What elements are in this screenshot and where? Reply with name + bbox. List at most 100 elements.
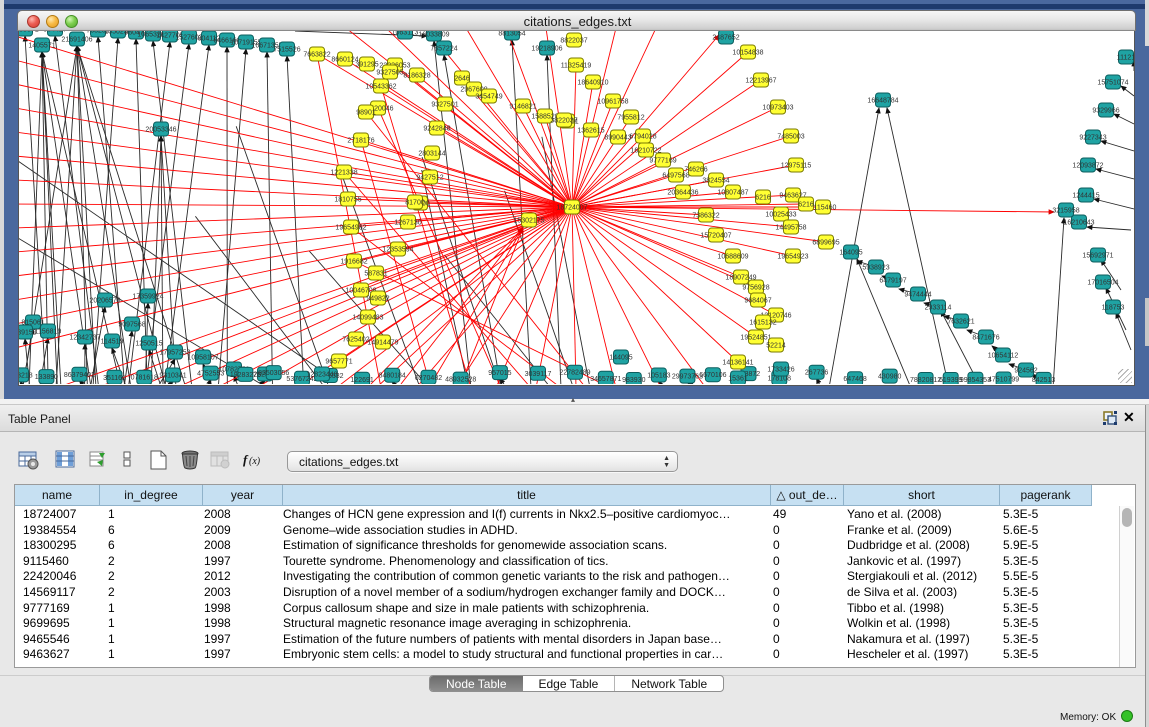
svg-text:2718176: 2718176 [347, 138, 374, 145]
svg-text:1733426: 1733426 [767, 367, 794, 374]
svg-text:9227343: 9227343 [1079, 135, 1106, 142]
svg-text:7515526: 7515526 [273, 47, 300, 54]
svg-text:2803144: 2803144 [418, 151, 445, 158]
svg-text:904417: 904417 [43, 31, 66, 34]
svg-text:983930: 983930 [622, 377, 645, 384]
svg-text:7857224: 7857224 [430, 46, 457, 53]
svg-text:433218: 433218 [19, 372, 33, 379]
svg-text:6216: 6216 [755, 195, 771, 202]
svg-text:18640910: 18640910 [577, 80, 608, 87]
svg-text:1362615: 1362615 [577, 128, 604, 135]
svg-text:9427512: 9427512 [416, 175, 443, 182]
svg-text:12213967: 12213967 [745, 78, 776, 85]
svg-text:16033809: 16033809 [418, 32, 449, 39]
svg-text:4752553: 4752553 [197, 371, 224, 378]
svg-text:1156819: 1156819 [35, 329, 62, 336]
svg-text:10958107: 10958107 [187, 355, 218, 362]
svg-text:86379402: 86379402 [64, 372, 95, 379]
svg-text:1405571: 1405571 [19, 31, 39, 34]
svg-text:19524851: 19524851 [740, 335, 771, 342]
svg-text:21691406: 21691406 [61, 37, 92, 44]
svg-text:9756928: 9756928 [742, 285, 769, 292]
svg-text:47510799: 47510799 [988, 377, 1019, 384]
svg-text:6794028: 6794028 [629, 134, 656, 141]
svg-text:1063113: 1063113 [392, 31, 419, 37]
svg-text:8480184: 8480184 [379, 373, 406, 380]
svg-text:7955812: 7955812 [617, 115, 644, 122]
svg-text:10025433: 10025433 [765, 212, 796, 219]
svg-text:14495758: 14495758 [775, 225, 806, 232]
svg-text:17359924: 17359924 [132, 294, 163, 301]
svg-text:12975115: 12975115 [781, 163, 812, 170]
svg-text:1810755: 1810755 [334, 197, 361, 204]
svg-text:1221338: 1221338 [330, 170, 357, 177]
svg-text:9474444: 9474444 [904, 292, 931, 299]
svg-text:7386322: 7386322 [692, 213, 719, 220]
svg-text:9310341: 9310341 [159, 373, 186, 380]
svg-text:1250515: 1250515 [135, 341, 162, 348]
svg-text:114519: 114519 [101, 339, 124, 346]
svg-text:15302175: 15302175 [513, 218, 544, 225]
svg-text:6270482: 6270482 [415, 375, 442, 382]
svg-text:1916682: 1916682 [340, 259, 367, 266]
svg-text:8990443: 8990443 [604, 135, 631, 142]
svg-text:3039117: 3039117 [525, 371, 552, 378]
svg-text:351161: 351161 [103, 375, 126, 382]
svg-text:9242848: 9242848 [423, 126, 450, 133]
svg-text:8813054: 8813054 [498, 31, 525, 38]
svg-text:10654112: 10654112 [988, 353, 1019, 360]
svg-text:105183: 105183 [647, 373, 670, 380]
svg-text:12093872: 12093872 [1072, 163, 1103, 170]
svg-text:7632621: 7632621 [947, 319, 974, 326]
svg-text:2933114: 2933114 [925, 305, 952, 312]
svg-text:6479197: 6479197 [879, 278, 906, 285]
svg-text:1267130: 1267130 [394, 220, 421, 227]
svg-text:14914479: 14914479 [367, 340, 398, 347]
svg-text:10807487: 10807487 [717, 190, 748, 197]
svg-text:12353594: 12353594 [382, 247, 413, 254]
svg-text:6670106: 6670106 [699, 372, 726, 379]
svg-text:81700: 81700 [405, 200, 425, 207]
svg-text:12823448: 12823448 [306, 372, 337, 379]
svg-text:924562: 924562 [1014, 368, 1037, 375]
svg-text:9327505: 9327505 [376, 70, 403, 77]
svg-text:99854353: 99854353 [960, 377, 991, 384]
svg-text:133890: 133890 [35, 374, 58, 381]
svg-text:9684067: 9684067 [744, 298, 771, 305]
svg-text:6216: 6216 [798, 202, 814, 209]
svg-text:746266: 746266 [684, 167, 707, 174]
svg-text:3215958: 3215958 [1052, 208, 1079, 215]
svg-text:10973403: 10973403 [762, 105, 793, 112]
svg-text:957015: 957015 [488, 370, 511, 377]
svg-text:7663822: 7663822 [303, 52, 330, 59]
svg-text:2646: 2646 [454, 76, 470, 83]
svg-text:164095: 164095 [839, 250, 862, 257]
svg-text:9329966: 9329966 [1092, 108, 1119, 115]
svg-text:647468: 647468 [843, 376, 866, 383]
svg-text:48932528: 48932528 [445, 377, 476, 384]
svg-text:7485003: 7485003 [777, 134, 804, 141]
svg-text:18724007: 18724007 [556, 205, 587, 212]
svg-text:949822: 949822 [366, 296, 389, 303]
svg-text:98901: 98901 [356, 110, 376, 117]
svg-text:8186328: 8186328 [403, 73, 430, 80]
svg-text:391295: 391295 [355, 62, 378, 69]
svg-text:20053346: 20053346 [145, 127, 176, 134]
svg-text:15361: 15361 [728, 376, 748, 383]
svg-text:842513: 842513 [1032, 377, 1055, 384]
svg-text:15720407: 15720407 [700, 233, 731, 240]
svg-text:16648784: 16648784 [867, 98, 898, 105]
svg-text:9327501: 9327501 [431, 102, 458, 109]
svg-text:267736: 267736 [805, 370, 828, 377]
svg-text:19283276: 19283276 [230, 372, 261, 379]
svg-text:9657771: 9657771 [325, 359, 352, 366]
svg-text:19218906: 19218906 [531, 46, 562, 53]
svg-text:78820812: 78820812 [910, 377, 941, 384]
svg-text:6899695: 6899695 [812, 240, 839, 247]
svg-text:52214: 52214 [766, 343, 786, 350]
svg-text:10154838: 10154838 [732, 50, 763, 57]
svg-text:2487652: 2487652 [712, 35, 739, 42]
svg-text:9777169: 9777169 [649, 158, 676, 165]
svg-text:34657871: 34657871 [590, 376, 621, 383]
svg-text:17016504: 17016504 [1087, 280, 1118, 287]
